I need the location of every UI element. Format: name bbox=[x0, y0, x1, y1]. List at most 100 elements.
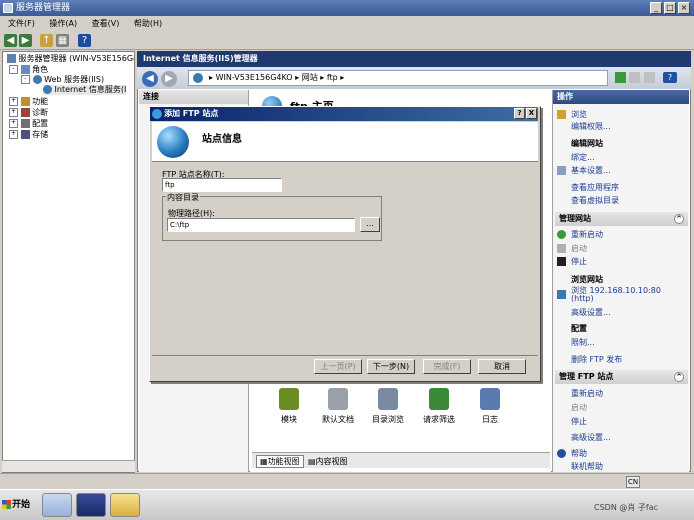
help-icon bbox=[557, 449, 566, 458]
expand-plus-icon[interactable]: + bbox=[9, 119, 18, 128]
action-stop[interactable]: 停止 bbox=[571, 256, 587, 267]
breadcrumb-sep-icon: ▸ bbox=[340, 73, 345, 82]
server-manager-taskbar-icon[interactable] bbox=[42, 493, 72, 517]
taskbar: 开始 CN CSDN @肖 子fac bbox=[0, 476, 694, 520]
feature-request-filtering[interactable]: 请求筛选 bbox=[414, 385, 464, 425]
browse-icon bbox=[557, 110, 566, 119]
action-advanced-settings[interactable]: 高级设置... bbox=[571, 307, 611, 318]
action-ftp-restart[interactable]: 重新启动 bbox=[571, 388, 603, 399]
breadcrumb-ftp[interactable]: ftp bbox=[327, 73, 338, 82]
action-basic-settings[interactable]: 基本设置... bbox=[571, 165, 611, 176]
tree-item-features[interactable]: + 功能 bbox=[9, 97, 48, 107]
physical-path-input[interactable]: C:\ftp bbox=[167, 218, 355, 232]
tree-item-storage[interactable]: + 存储 bbox=[9, 130, 48, 140]
tree-item-server-manager[interactable]: 服务器管理器 (WIN-V53E156G4K bbox=[7, 54, 134, 64]
maximize-button[interactable]: □ bbox=[664, 2, 676, 14]
minimize-button[interactable]: _ bbox=[650, 2, 662, 14]
back-arrow-icon[interactable]: ◀ bbox=[4, 34, 17, 47]
next-button[interactable]: 下一步(N) bbox=[367, 359, 415, 374]
feature-logging[interactable]: 日志 bbox=[465, 385, 515, 425]
tree-item-web-server[interactable]: - Web 服务器(IIS) bbox=[21, 75, 104, 85]
feature-default-document[interactable]: 默认文档 bbox=[313, 385, 363, 425]
help-icon[interactable]: ? bbox=[663, 72, 677, 83]
action-help[interactable]: 帮助 bbox=[571, 448, 587, 459]
action-browse-protocol[interactable]: (http) bbox=[571, 294, 594, 303]
dialog-titlebar: 添加 FTP 站点 ? X bbox=[150, 107, 538, 121]
breadcrumb-sites[interactable]: 网站 bbox=[302, 73, 318, 82]
close-button[interactable]: × bbox=[678, 2, 690, 14]
config-icon bbox=[20, 119, 30, 128]
powershell-taskbar-icon[interactable] bbox=[76, 493, 106, 517]
feature-label: 日志 bbox=[482, 415, 498, 424]
cancel-button[interactable]: 取消 bbox=[478, 359, 526, 374]
explorer-taskbar-icon[interactable] bbox=[110, 493, 140, 517]
prev-button[interactable]: 上一页(P) bbox=[314, 359, 362, 374]
tree-item-roles[interactable]: - 角色 bbox=[9, 65, 48, 75]
feature-modules[interactable]: 模块 bbox=[264, 385, 314, 425]
dialog-help-button[interactable]: ? bbox=[514, 108, 525, 119]
action-ftp-start[interactable]: 启动 bbox=[571, 402, 587, 413]
tree-item-iis-manager[interactable]: Internet 信息服务(I bbox=[43, 85, 127, 95]
stop-icon[interactable] bbox=[629, 72, 640, 83]
expand-plus-icon[interactable]: + bbox=[9, 130, 18, 139]
menu-file[interactable]: 文件(F) bbox=[8, 19, 35, 28]
globe-icon bbox=[193, 73, 203, 83]
nav-back-icon[interactable]: ◀ bbox=[142, 71, 158, 87]
expand-minus-icon[interactable]: - bbox=[21, 75, 30, 84]
action-view-apps[interactable]: 查看应用程序 bbox=[571, 182, 619, 193]
collapse-icon[interactable]: ^ bbox=[674, 214, 684, 224]
action-start[interactable]: 启动 bbox=[571, 243, 587, 254]
breadcrumb-server[interactable]: WIN-V53E156G4KO bbox=[216, 73, 293, 82]
content-directory-label: 内容目录 bbox=[166, 192, 200, 203]
action-delete-ftp[interactable]: 删除 FTP 发布 bbox=[571, 354, 622, 365]
tree-label-roles: 角色 bbox=[32, 65, 49, 74]
watermark-text: CSDN @肖 子fac bbox=[594, 503, 659, 512]
action-ftp-stop[interactable]: 停止 bbox=[571, 416, 587, 427]
browse-path-button[interactable]: ... bbox=[360, 217, 380, 232]
expand-plus-icon[interactable]: + bbox=[9, 97, 18, 106]
expand-minus-icon[interactable]: - bbox=[9, 65, 18, 74]
up-folder-icon[interactable]: ↑ bbox=[40, 34, 53, 47]
features-icon bbox=[20, 97, 30, 106]
site-name-input[interactable]: ftp bbox=[162, 178, 282, 192]
home-icon[interactable] bbox=[644, 72, 655, 83]
expand-plus-icon[interactable]: + bbox=[9, 108, 18, 117]
tree-label-features: 功能 bbox=[32, 97, 49, 106]
action-bindings[interactable]: 绑定... bbox=[571, 152, 595, 163]
finish-button[interactable]: 完成(F) bbox=[423, 359, 471, 374]
tree-item-diagnostics[interactable]: + 诊断 bbox=[9, 108, 48, 118]
features-grid: 模块 默认文档 目录浏览 请求筛选 日志 bbox=[252, 385, 550, 450]
action-browse[interactable]: 浏览 bbox=[571, 109, 587, 120]
show-tree-icon[interactable]: ▦ bbox=[56, 34, 69, 47]
tab-content-view[interactable]: ▤内容视图 bbox=[308, 456, 348, 467]
language-indicator[interactable]: CN bbox=[626, 476, 640, 488]
logging-icon bbox=[480, 388, 500, 410]
help-icon[interactable]: ? bbox=[78, 34, 91, 47]
settings-icon bbox=[557, 166, 566, 175]
menu-help[interactable]: 帮助(H) bbox=[134, 19, 162, 28]
action-edit-permissions[interactable]: 编辑权限... bbox=[571, 121, 611, 132]
dialog-close-button[interactable]: X bbox=[526, 108, 537, 119]
nav-forward-icon[interactable]: ▶ bbox=[161, 71, 177, 87]
dialog-globe-icon bbox=[152, 109, 162, 119]
refresh-icon[interactable] bbox=[615, 72, 626, 83]
menu-action[interactable]: 操作(A) bbox=[49, 19, 77, 28]
breadcrumb[interactable]: ▸ WIN-V53E156G4KO ▸ 网站 ▸ ftp ▸ bbox=[188, 70, 608, 86]
browse-site-heading: 浏览网站 bbox=[571, 275, 603, 284]
action-restart[interactable]: 重新启动 bbox=[571, 229, 603, 240]
forward-arrow-icon[interactable]: ▶ bbox=[19, 34, 32, 47]
windows-logo-icon bbox=[2, 500, 11, 509]
start-button[interactable]: 开始 bbox=[2, 494, 34, 516]
menu-view[interactable]: 查看(V) bbox=[92, 19, 120, 28]
action-online-help[interactable]: 联机帮助 bbox=[571, 461, 603, 472]
action-limits[interactable]: 限制... bbox=[571, 337, 595, 348]
tab-features-view[interactable]: ▦功能视图 bbox=[256, 455, 304, 468]
tree-item-config[interactable]: + 配置 bbox=[9, 119, 48, 129]
tree-horizontal-scrollbar[interactable] bbox=[2, 460, 135, 472]
action-view-vdirs[interactable]: 查看虚拟目录 bbox=[571, 195, 619, 206]
feature-directory-browsing[interactable]: 目录浏览 bbox=[363, 385, 413, 425]
collapse-icon[interactable]: ^ bbox=[674, 372, 684, 382]
action-ftp-advanced[interactable]: 高级设置... bbox=[571, 432, 611, 443]
manage-site-header[interactable]: 管理网站 ^ bbox=[555, 212, 688, 226]
manage-ftp-header[interactable]: 管理 FTP 站点 ^ bbox=[555, 370, 688, 384]
